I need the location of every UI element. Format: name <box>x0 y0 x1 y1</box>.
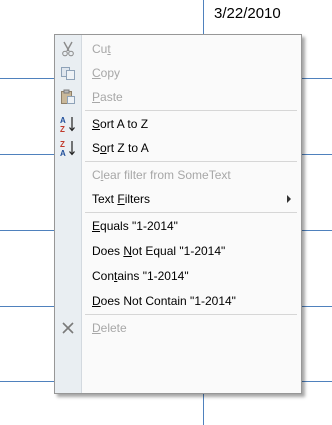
menu-item-equals[interactable]: Equals "1-2014" <box>55 214 301 238</box>
menu-item-clear-filter[interactable]: Clear filter from SomeText <box>55 163 301 187</box>
menu-accelerator: F <box>117 192 125 206</box>
row-gridline <box>0 381 54 382</box>
menu-separator <box>85 314 297 315</box>
menu-accelerator: P <box>92 90 101 104</box>
menu-accelerator: C <box>92 66 101 80</box>
menu-item-does-not-equal[interactable]: Does Not Equal "1-2014" <box>55 239 301 263</box>
menu-item-copy[interactable]: Copy <box>55 61 301 85</box>
row-gridline <box>0 306 54 307</box>
context-menu: Cut Copy Paste AZ Sort A to Z ZA Sort Z … <box>54 34 302 394</box>
date-cell[interactable]: 3/22/2010 <box>214 5 281 22</box>
row-gridline <box>0 230 54 231</box>
menu-label-part: Does <box>92 244 124 258</box>
menu-label-part: S <box>92 141 101 155</box>
menu-item-cut[interactable]: Cut <box>55 37 301 61</box>
menu-item-sort-z-to-a[interactable]: ZA Sort Z to A <box>55 136 301 160</box>
menu-label-part: opy <box>100 66 121 80</box>
menu-label-part: ot Equal "1-2014" <box>132 244 226 258</box>
paste-icon <box>59 88 77 106</box>
svg-text:Z: Z <box>60 125 65 133</box>
menu-accelerator: N <box>123 244 133 258</box>
menu-label-part: Text <box>92 192 118 206</box>
menu-separator <box>85 212 297 213</box>
menu-item-text-filters[interactable]: Text Filters <box>55 187 301 211</box>
menu-label-part: elete <box>100 321 127 335</box>
svg-text:A: A <box>60 116 66 125</box>
svg-text:A: A <box>60 149 66 157</box>
menu-label-part: Cu <box>92 42 108 56</box>
row-gridline <box>0 154 54 155</box>
menu-accelerator: S <box>92 117 101 131</box>
sort-z-to-a-icon: ZA <box>59 139 77 157</box>
copy-icon <box>59 64 77 82</box>
menu-item-sort-a-to-z[interactable]: AZ Sort A to Z <box>55 112 301 136</box>
row-gridline <box>302 306 332 307</box>
menu-accelerator: D <box>92 321 101 335</box>
row-gridline <box>0 78 54 79</box>
menu-label-part: C <box>92 168 101 182</box>
menu-label-part: quals "1-2014" <box>100 219 178 233</box>
row-gridline <box>302 78 332 79</box>
menu-accelerator: E <box>92 219 101 233</box>
delete-x-icon <box>59 319 77 337</box>
row-gridline <box>302 154 332 155</box>
menu-accelerator: t <box>107 42 111 56</box>
menu-item-contains[interactable]: Contains "1-2014" <box>55 264 301 288</box>
row-gridline <box>302 381 332 382</box>
svg-text:Z: Z <box>60 140 65 149</box>
menu-label-part: Con <box>92 269 115 283</box>
menu-separator <box>85 110 297 111</box>
menu-accelerator: D <box>92 294 101 308</box>
menu-item-delete[interactable]: Delete <box>55 316 301 340</box>
sort-a-to-z-icon: AZ <box>59 115 77 133</box>
menu-label-part: oes Not Contain "1-2014" <box>100 294 236 308</box>
scissors-icon <box>59 40 77 58</box>
menu-label-part: ilters <box>124 192 151 206</box>
submenu-arrow-icon <box>287 195 291 203</box>
menu-item-paste[interactable]: Paste <box>55 85 301 109</box>
menu-accelerator: o <box>100 141 107 155</box>
menu-label-part: rt Z to A <box>106 141 149 155</box>
row-gridline <box>302 230 332 231</box>
menu-label-part: aste <box>100 90 123 104</box>
menu-label-part: ear filter from SomeText <box>103 168 231 182</box>
menu-item-does-not-contain[interactable]: Does Not Contain "1-2014" <box>55 289 301 313</box>
menu-label-part: ains "1-2014" <box>117 269 189 283</box>
menu-separator <box>85 161 297 162</box>
menu-label-part: ort A to Z <box>100 117 149 131</box>
